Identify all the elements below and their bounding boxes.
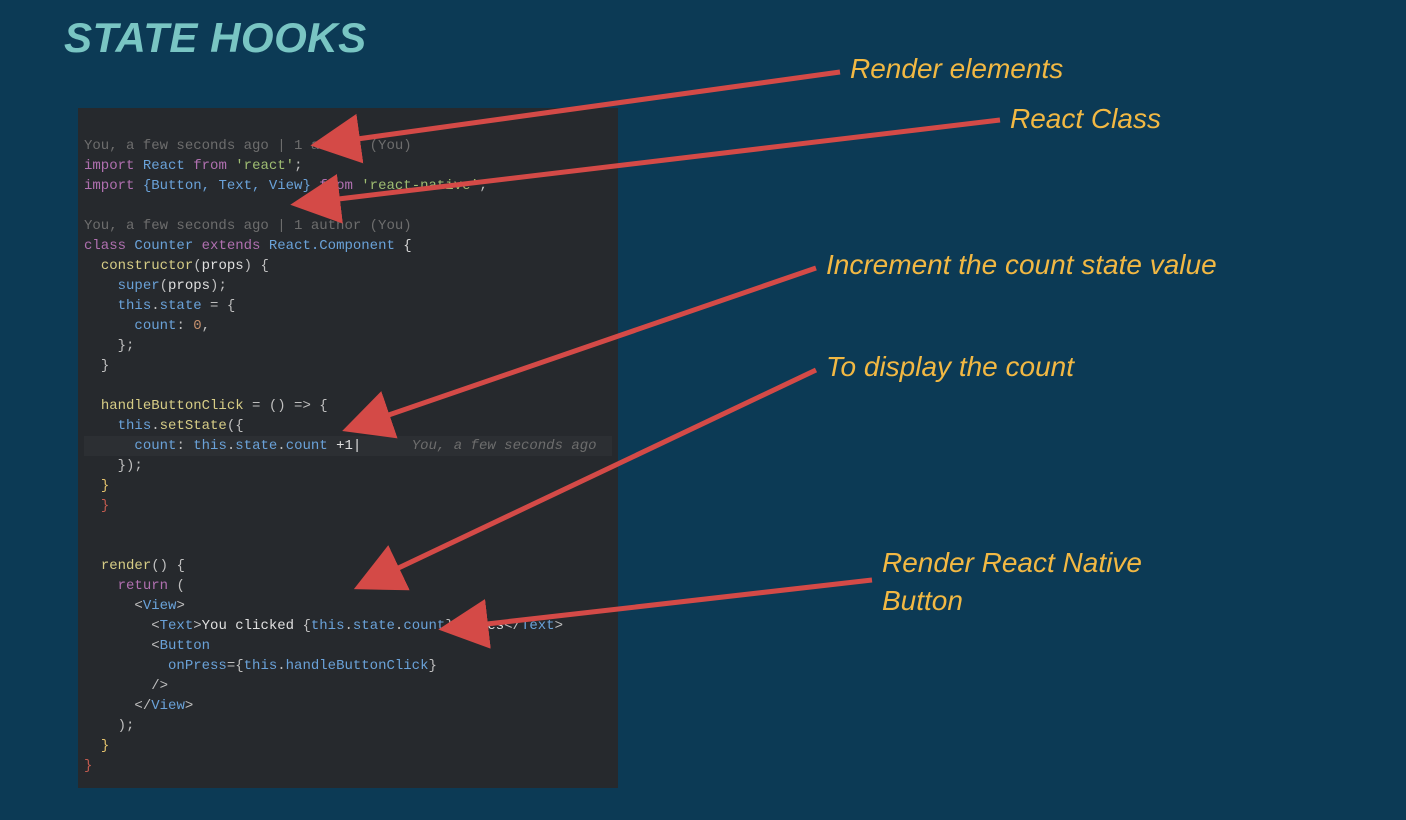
attr-onpress: onPress — [168, 658, 227, 674]
kw-return: return — [118, 578, 168, 594]
semi-2: ; — [479, 178, 487, 194]
blame-line-2: You, a few seconds ago | 1 author (You) — [84, 218, 412, 234]
num-zero: 0 — [193, 318, 201, 334]
param-props: props — [202, 258, 244, 274]
str-react-native: 'react-native' — [361, 178, 479, 194]
text-cursor: | — [353, 438, 361, 454]
tag-text-open: Text — [160, 618, 194, 634]
prop-count-4: count — [403, 618, 445, 634]
str-react: 'react' — [235, 158, 294, 174]
annotation-increment: Increment the count state value — [826, 248, 1217, 282]
this-5: this — [244, 658, 278, 674]
code-editor: You, a few seconds ago | 1 author (You) … — [78, 108, 618, 788]
arg-props: props — [168, 278, 210, 294]
prop-state-3: state — [353, 618, 395, 634]
this-1: this — [118, 298, 152, 314]
tag-view-close: View — [151, 698, 185, 714]
id-rn-imports: {Button, Text, View} — [143, 178, 311, 194]
blame-inline: You, a few seconds ago — [412, 438, 597, 454]
this-3: this — [193, 438, 227, 454]
prop-count-3: count — [286, 438, 328, 454]
kw-extends: extends — [202, 238, 261, 254]
kw-import-1: import — [84, 158, 134, 174]
call-setstate: setState — [160, 418, 227, 434]
this-4: this — [311, 618, 345, 634]
annotation-display-count: To display the count — [826, 350, 1074, 384]
prop-count-1: count — [134, 318, 176, 334]
semi-1: ; — [294, 158, 302, 174]
ref-handle: handleButtonClick — [286, 658, 429, 674]
fn-constructor: constructor — [101, 258, 193, 274]
react-component: React.Component — [269, 238, 395, 254]
tag-view-open: View — [143, 598, 177, 614]
tag-text-close: Text — [521, 618, 555, 634]
annotation-render-button-l2: Button — [882, 584, 963, 618]
prop-state-2: state — [235, 438, 277, 454]
blame-line-1: You, a few seconds ago | 1 author (You) — [84, 138, 412, 154]
plus-one: +1 — [328, 438, 353, 454]
prop-state: state — [160, 298, 202, 314]
id-react: React — [143, 158, 185, 174]
fn-render: render — [101, 558, 151, 574]
annotation-render-elements: Render elements — [850, 52, 1063, 86]
text-times: times — [454, 618, 504, 634]
annotation-render-button-l1: Render React Native — [882, 546, 1142, 580]
kw-from-1: from — [193, 158, 227, 174]
kw-import-2: import — [84, 178, 134, 194]
kw-class: class — [84, 238, 126, 254]
annotation-react-class: React Class — [1010, 102, 1161, 136]
this-2: this — [118, 418, 152, 434]
text-you-clicked: You clicked — [202, 618, 303, 634]
call-super: super — [118, 278, 160, 294]
class-name: Counter — [134, 238, 193, 254]
prop-count-2: count — [134, 438, 176, 454]
kw-from-2: from — [319, 178, 353, 194]
tag-button: Button — [160, 638, 210, 654]
fn-handle: handleButtonClick — [101, 398, 244, 414]
slide-title: STATE HOOKS — [64, 14, 367, 62]
